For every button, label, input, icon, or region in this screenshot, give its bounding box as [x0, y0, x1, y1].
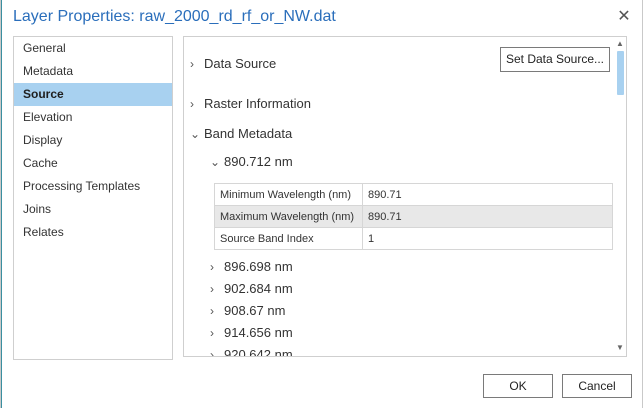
table-row: Maximum Wavelength (nm) 890.71 [214, 205, 613, 228]
property-value: 1 [362, 227, 613, 250]
section-band-metadata[interactable]: ⌄ Band Metadata [190, 126, 292, 141]
property-value: 890.71 [362, 183, 613, 206]
section-label: Raster Information [204, 96, 311, 111]
nav-list: General Metadata Source Elevation Displa… [13, 36, 173, 360]
band-label: 914.656 nm [224, 325, 293, 340]
band-label: 908.67 nm [224, 303, 286, 318]
section-label: Data Source [204, 56, 277, 71]
chevron-right-icon: › [210, 282, 214, 296]
vertical-scrollbar[interactable]: ▲ ▼ [614, 37, 626, 356]
chevron-right-icon: › [210, 348, 214, 357]
section-data-source[interactable]: › Data Source [190, 56, 276, 71]
nav-item-general[interactable]: General [14, 37, 172, 60]
band-label: 920.642 nm [224, 347, 293, 357]
band-collapsed[interactable]: › 914.656 nm [210, 325, 293, 340]
property-value: 890.71 [362, 205, 613, 228]
nav-item-metadata[interactable]: Metadata [14, 60, 172, 83]
property-key: Source Band Index [214, 227, 363, 250]
band-label: 902.684 nm [224, 281, 293, 296]
band-collapsed[interactable]: › 908.67 nm [210, 303, 285, 318]
chevron-down-icon: ⌄ [190, 127, 201, 141]
window-edge [1, 0, 2, 408]
nav-item-cache[interactable]: Cache [14, 152, 172, 175]
cancel-button[interactable]: Cancel [562, 374, 632, 398]
band-collapsed[interactable]: › 902.684 nm [210, 281, 293, 296]
section-label: Band Metadata [204, 126, 293, 141]
scroll-thumb[interactable] [617, 51, 624, 95]
band-collapsed[interactable]: › 896.698 nm [210, 259, 293, 274]
chevron-right-icon: › [190, 57, 194, 71]
set-data-source-button[interactable]: Set Data Source... [500, 47, 610, 72]
band-label: 896.698 nm [224, 259, 293, 274]
window-title: Layer Properties: raw_2000_rd_rf_or_NW.d… [13, 8, 336, 25]
band-collapsed[interactable]: › 920.642 nm [210, 347, 293, 357]
nav-item-processing-templates[interactable]: Processing Templates [14, 175, 172, 198]
band-label: 890.712 nm [224, 154, 293, 169]
chevron-right-icon: › [210, 326, 214, 340]
nav-item-source[interactable]: Source [14, 83, 172, 106]
band-expanded[interactable]: ⌄ 890.712 nm [210, 154, 293, 169]
nav-item-relates[interactable]: Relates [14, 221, 172, 244]
property-key: Maximum Wavelength (nm) [214, 205, 363, 228]
property-key: Minimum Wavelength (nm) [214, 183, 363, 206]
section-raster-information[interactable]: › Raster Information [190, 96, 311, 111]
scroll-up-icon[interactable]: ▲ [616, 39, 624, 48]
title-bar: Layer Properties: raw_2000_rd_rf_or_NW.d… [1, 0, 642, 36]
chevron-right-icon: › [210, 304, 214, 318]
band-properties-table: Minimum Wavelength (nm) 890.71 Maximum W… [214, 183, 613, 250]
nav-item-elevation[interactable]: Elevation [14, 106, 172, 129]
nav-item-joins[interactable]: Joins [14, 198, 172, 221]
chevron-right-icon: › [190, 97, 194, 111]
scroll-down-icon[interactable]: ▼ [616, 343, 624, 352]
ok-button[interactable]: OK [483, 374, 553, 398]
chevron-down-icon: ⌄ [210, 155, 221, 169]
table-row: Source Band Index 1 [214, 227, 613, 250]
chevron-right-icon: › [210, 260, 214, 274]
close-icon[interactable]: ✕ [613, 6, 635, 28]
table-row: Minimum Wavelength (nm) 890.71 [214, 183, 613, 206]
source-panel: › Data Source Set Data Source... › Raster … [183, 36, 627, 357]
nav-item-display[interactable]: Display [14, 129, 172, 152]
layer-properties-dialog: Layer Properties: raw_2000_rd_rf_or_NW.d… [0, 0, 643, 408]
